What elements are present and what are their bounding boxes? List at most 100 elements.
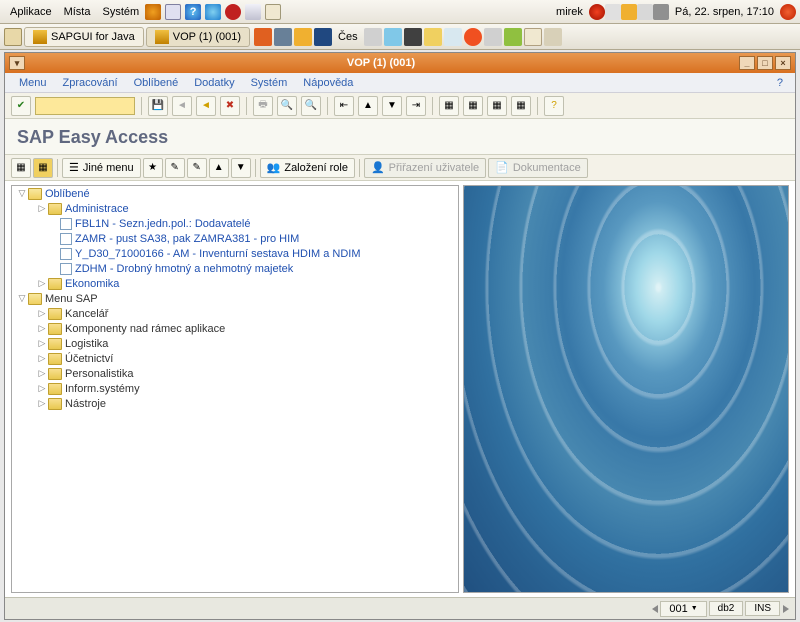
tb-icon[interactable]: ▦	[33, 158, 53, 178]
tree-komponenty[interactable]: ▷Komponenty nad rámec aplikace	[12, 321, 458, 336]
layout2-button[interactable]: ▦	[511, 96, 531, 116]
tree-infosys[interactable]: ▷Inform.systémy	[12, 381, 458, 396]
apps-menu[interactable]: Aplikace	[4, 4, 58, 20]
menu-qmark[interactable]: ?	[771, 75, 789, 91]
status-mode[interactable]: INS	[745, 601, 780, 616]
task-label: SAPGUI for Java	[51, 31, 135, 43]
menu-menu[interactable]: Menu	[11, 75, 55, 91]
workspace-switcher[interactable]	[524, 28, 542, 46]
tree-nastroje[interactable]: ▷Nástroje	[12, 396, 458, 411]
sap-icon	[33, 30, 47, 44]
places-menu[interactable]: Místa	[58, 4, 97, 20]
enter-button[interactable]: ✔	[11, 96, 31, 116]
tray-app-icon[interactable]	[424, 28, 442, 46]
system-menu[interactable]: Systém	[96, 4, 145, 20]
layout-button[interactable]: ▦	[487, 96, 507, 116]
assign-users-button: 👤 Přiřazení uživatele	[364, 158, 486, 178]
change-fav-button[interactable]: ✎	[187, 158, 207, 178]
tray-app-icon[interactable]	[254, 28, 272, 46]
tray-app-icon[interactable]	[384, 28, 402, 46]
tray-icon-2[interactable]	[605, 4, 621, 20]
task-sapgui[interactable]: SAPGUI for Java	[24, 27, 144, 47]
status-db[interactable]: db2	[709, 601, 744, 616]
tree-zamr[interactable]: ZAMR - pust SA38, pak ZAMRA381 - pro HIM	[12, 231, 458, 246]
add-fav-button[interactable]: ★	[143, 158, 163, 178]
tray-app-icon[interactable]	[444, 28, 462, 46]
user-label[interactable]: mirek	[550, 4, 589, 20]
minimize-button[interactable]: _	[739, 56, 755, 70]
tray-app-icon[interactable]	[274, 28, 292, 46]
help-button[interactable]: ?	[544, 96, 564, 116]
tray-icon-3[interactable]	[621, 4, 637, 20]
tree-zdhm[interactable]: ZDHM - Drobný hmotný a nehmotný majetek	[12, 261, 458, 276]
menu-favorites[interactable]: Oblíbené	[126, 75, 187, 91]
tray-app-icon[interactable]	[464, 28, 482, 46]
del-fav-button[interactable]: ✎	[165, 158, 185, 178]
tree-logistika[interactable]: ▷Logistika	[12, 336, 458, 351]
menu-edit[interactable]: Zpracování	[55, 75, 126, 91]
network-icon[interactable]	[637, 4, 653, 20]
move-down-button[interactable]: ▼	[231, 158, 251, 178]
tray-app-icon[interactable]	[314, 28, 332, 46]
shortcut-button[interactable]: ▦	[463, 96, 483, 116]
menu-icon: ☰	[69, 161, 79, 174]
save-button: 💾	[148, 96, 168, 116]
first-page-button[interactable]: ⇤	[334, 96, 354, 116]
shutdown-icon[interactable]	[780, 4, 796, 20]
clock[interactable]: Pá, 22. srpen, 17:10	[669, 4, 780, 20]
trash-icon[interactable]	[544, 28, 562, 46]
transaction-input[interactable]	[35, 97, 135, 115]
tree-menu-sap[interactable]: ▽Menu SAP	[12, 291, 458, 306]
maximize-button[interactable]: □	[757, 56, 773, 70]
status-client[interactable]: 001▼	[660, 601, 706, 617]
firefox-icon[interactable]	[145, 4, 161, 20]
folder-icon	[48, 383, 62, 395]
tree-personalistika[interactable]: ▷Personalistika	[12, 366, 458, 381]
status-nav-left-icon[interactable]	[652, 605, 658, 613]
navigation-tree[interactable]: ▽Oblíbené ▷Administrace FBL1N - Sezn.jed…	[11, 185, 459, 593]
app-icon[interactable]	[245, 4, 261, 20]
tree-ekon[interactable]: ▷Ekonomika	[12, 276, 458, 291]
opera-icon[interactable]	[225, 4, 241, 20]
mail-icon[interactable]	[165, 4, 181, 20]
prev-page-button[interactable]: ▲	[358, 96, 378, 116]
tray-app-icon[interactable]	[484, 28, 502, 46]
window-menu-icon[interactable]: ▾	[9, 56, 25, 70]
folder-icon	[48, 368, 62, 380]
tree-ucetnictvi[interactable]: ▷Účetnictví	[12, 351, 458, 366]
tree-favorites[interactable]: ▽Oblíbené	[12, 186, 458, 201]
tree-admin[interactable]: ▷Administrace	[12, 201, 458, 216]
tray-app-icon[interactable]	[294, 28, 312, 46]
new-session-button[interactable]: ▦	[439, 96, 459, 116]
menu-extras[interactable]: Dodatky	[186, 75, 242, 91]
window-titlebar[interactable]: ▾ VOP (1) (001) _ □ ×	[5, 53, 795, 73]
cancel-button[interactable]: ✖	[220, 96, 240, 116]
create-role-button[interactable]: 👥 Založení role	[260, 158, 355, 178]
keyboard-lang[interactable]: Čes	[334, 31, 362, 43]
next-page-button[interactable]: ▼	[382, 96, 402, 116]
tray-icon-1[interactable]	[589, 4, 605, 20]
volume-icon[interactable]	[653, 4, 669, 20]
tb-icon[interactable]: ▦	[11, 158, 31, 178]
terminal-icon[interactable]	[265, 4, 281, 20]
show-desktop-icon[interactable]	[4, 28, 22, 46]
tray-app-icon[interactable]	[404, 28, 422, 46]
konqueror-icon[interactable]	[205, 4, 221, 20]
tree-kancelar[interactable]: ▷Kancelář	[12, 306, 458, 321]
close-button[interactable]: ×	[775, 56, 791, 70]
tray-app-icon[interactable]	[364, 28, 382, 46]
user-icon: 👤	[371, 161, 385, 174]
move-up-button[interactable]: ▲	[209, 158, 229, 178]
tree-yd30[interactable]: Y_D30_71000166 - AM - Inventurní sestava…	[12, 246, 458, 261]
tray-app-icon[interactable]	[504, 28, 522, 46]
other-menu-button[interactable]: ☰ Jiné menu	[62, 158, 141, 178]
exit-button[interactable]: ◄	[196, 96, 216, 116]
menu-system[interactable]: Systém	[243, 75, 296, 91]
tree-fbl1n[interactable]: FBL1N - Sezn.jedn.pol.: Dodavatelé	[12, 216, 458, 231]
folder-icon	[48, 338, 62, 350]
task-vop[interactable]: VOP (1) (001)	[146, 27, 250, 47]
help-icon[interactable]: ?	[185, 4, 201, 20]
status-nav-right-icon[interactable]	[783, 605, 789, 613]
menu-help[interactable]: Nápověda	[295, 75, 361, 91]
last-page-button[interactable]: ⇥	[406, 96, 426, 116]
